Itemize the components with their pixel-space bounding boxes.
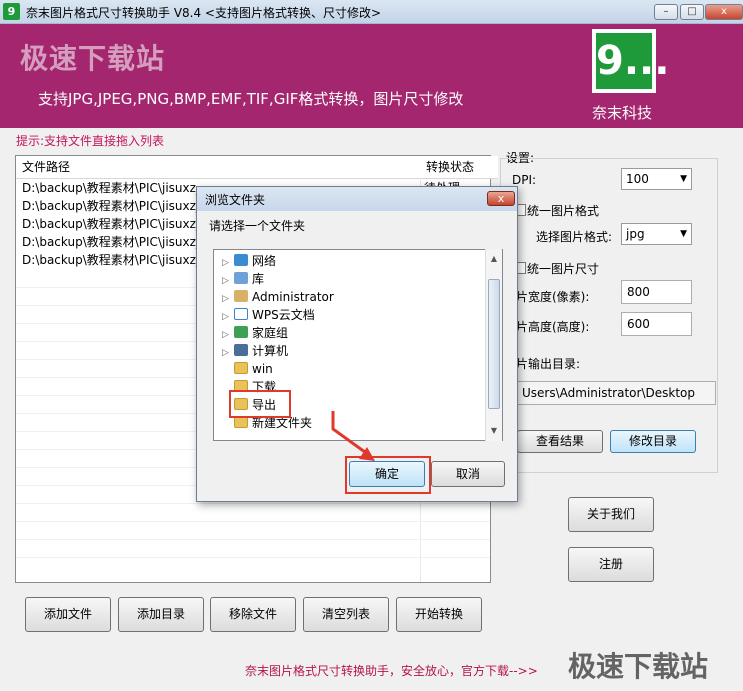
tree-item-label: 计算机	[252, 344, 289, 358]
cloud-icon	[234, 308, 248, 320]
browse-folder-dialog: 浏览文件夹 x 请选择一个文件夹 ▷ 网络 ▷ 库 ▷ Administrator ▷…	[196, 186, 518, 502]
tree-item-network[interactable]: ▷ 网络	[222, 252, 276, 270]
dialog-title: 浏览文件夹	[205, 193, 266, 207]
format-select[interactable]: jpg ▼	[621, 223, 692, 245]
selection-highlight	[229, 390, 291, 418]
user-folder-icon	[234, 290, 248, 302]
row-divider	[16, 539, 490, 540]
window-title: 奈末图片格式尺寸转换助手 V8.4 <支持图片格式转换、尺寸修改>	[26, 6, 382, 20]
folder-icon	[234, 362, 248, 374]
tree-item-library[interactable]: ▷ 库	[222, 270, 264, 288]
scroll-down-icon[interactable]: ▼	[486, 423, 502, 439]
tree-item-label: 网络	[252, 254, 277, 268]
start-convert-button[interactable]: 开始转换	[396, 597, 482, 632]
dialog-cancel-button[interactable]: 取消	[431, 461, 505, 487]
app-icon: 9	[3, 3, 20, 20]
width-label: 片宽度(像素):	[516, 290, 590, 304]
column-header-path[interactable]: 文件路径	[16, 156, 427, 179]
format-value: jpg	[626, 227, 645, 241]
register-button[interactable]: 注册	[568, 547, 654, 582]
tree-item-label: 家庭组	[252, 326, 289, 340]
add-file-button[interactable]: 添加文件	[25, 597, 111, 632]
computer-icon	[234, 344, 248, 356]
expand-arrow-icon[interactable]: ▷	[222, 344, 234, 362]
about-button[interactable]: 关于我们	[568, 497, 654, 532]
tree-item-homegroup[interactable]: ▷ 家庭组	[222, 324, 288, 342]
height-input[interactable]: 600	[621, 312, 692, 336]
select-format-label: 选择图片格式:	[536, 230, 613, 244]
width-input[interactable]: 800	[621, 280, 692, 304]
row-divider	[16, 521, 490, 522]
minimize-button[interactable]: –	[654, 4, 678, 20]
add-folder-button[interactable]: 添加目录	[118, 597, 204, 632]
tree-item-label: WPS云文档	[252, 308, 315, 322]
banner-slogan: 支持JPG,JPEG,PNG,BMP,EMF,TIF,GIF格式转换，图片尺寸修…	[38, 90, 464, 108]
view-result-button[interactable]: 查看结果	[517, 430, 603, 453]
dpi-value: 100	[626, 172, 649, 186]
tree-scrollbar[interactable]: ▲ ▼	[485, 249, 502, 441]
logo-icon: 9...	[596, 33, 669, 89]
dpi-label: DPI:	[512, 173, 537, 187]
modify-dir-button[interactable]: 修改目录	[610, 430, 696, 453]
dialog-ok-button[interactable]: 确定	[349, 461, 425, 487]
scroll-thumb[interactable]	[488, 279, 500, 409]
company-name: 奈末科技	[592, 104, 653, 122]
dpi-select[interactable]: 100 ▼	[621, 168, 692, 190]
height-label: 片高度(高度):	[516, 320, 590, 334]
tree-item-label: 库	[252, 272, 265, 286]
dialog-prompt: 请选择一个文件夹	[209, 219, 306, 233]
company-logo: 9...	[592, 29, 669, 93]
tree-item-administrator[interactable]: ▷ Administrator	[222, 288, 334, 306]
scroll-up-icon[interactable]: ▲	[486, 251, 502, 267]
chevron-down-icon: ▼	[680, 174, 687, 184]
clear-list-button[interactable]: 清空列表	[303, 597, 389, 632]
unify-size-label: 统一图片尺寸	[527, 262, 600, 276]
tree-item-win[interactable]: win	[234, 360, 273, 378]
watermark: 极速下载站	[568, 650, 709, 683]
homegroup-icon	[234, 326, 248, 338]
maximize-button[interactable]: □	[680, 4, 704, 20]
drag-hint: 提示:支持文件直接拖入列表	[16, 134, 165, 148]
chevron-down-icon: ▼	[680, 229, 687, 239]
banner: 极速下载站 支持JPG,JPEG,PNG,BMP,EMF,TIF,GIF格式转换…	[0, 24, 743, 128]
unify-format-label: 统一图片格式	[527, 204, 600, 218]
column-header-status[interactable]: 转换状态	[420, 156, 498, 179]
tree-item-label: win	[252, 362, 273, 376]
output-dir-field[interactable]: Users\Administrator\Desktop	[516, 381, 716, 405]
network-icon	[234, 254, 248, 266]
remove-file-button[interactable]: 移除文件	[210, 597, 296, 632]
row-divider	[16, 503, 490, 504]
dialog-close-button[interactable]: x	[487, 191, 515, 206]
watermark: 极速下载站	[20, 42, 166, 75]
close-button[interactable]: x	[705, 4, 743, 20]
tree-item-computer[interactable]: ▷ 计算机	[222, 342, 288, 360]
tree-item-wps-cloud[interactable]: ▷ WPS云文档	[222, 306, 315, 324]
footer-download-link[interactable]: 奈末图片格式尺寸转换助手，安全放心，官方下载-->>	[245, 662, 538, 679]
output-dir-label: 片输出目录:	[516, 357, 581, 371]
row-divider	[16, 557, 490, 558]
tree-item-label: Administrator	[252, 290, 334, 304]
library-icon	[234, 272, 248, 284]
